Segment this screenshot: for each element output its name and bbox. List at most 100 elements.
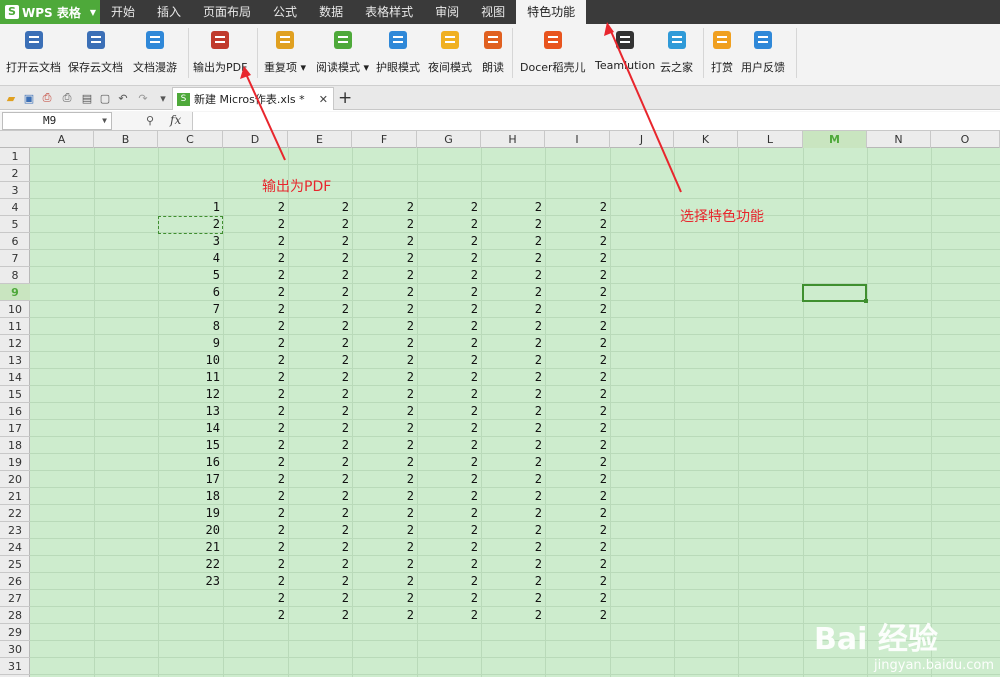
cell-H9[interactable]: 2 <box>481 284 545 301</box>
menu-tab[interactable]: 审阅 <box>424 0 470 24</box>
row-header[interactable]: 3 <box>0 182 30 199</box>
cell-G7[interactable]: 2 <box>417 250 481 267</box>
cell-G19[interactable]: 2 <box>417 454 481 471</box>
menu-tab[interactable]: 表格样式 <box>354 0 424 24</box>
cell-E11[interactable]: 2 <box>288 318 352 335</box>
redo-icon[interactable]: ↷ <box>136 91 150 105</box>
column-header[interactable]: M <box>803 131 867 148</box>
cell-D24[interactable]: 2 <box>223 539 288 556</box>
cell-D11[interactable]: 2 <box>223 318 288 335</box>
cell-C7[interactable]: 4 <box>158 250 223 267</box>
cell-G13[interactable]: 2 <box>417 352 481 369</box>
cell-H13[interactable]: 2 <box>481 352 545 369</box>
cell-C21[interactable]: 18 <box>158 488 223 505</box>
open-folder-icon[interactable]: ▰ <box>4 91 18 105</box>
ribbon-button[interactable]: 护眼模式 <box>376 28 420 76</box>
cell-I15[interactable]: 2 <box>545 386 610 403</box>
function-icon[interactable]: fx <box>170 113 181 127</box>
cell-E24[interactable]: 2 <box>288 539 352 556</box>
cell-F18[interactable]: 2 <box>352 437 417 454</box>
row-header[interactable]: 25 <box>0 556 30 573</box>
row-header[interactable]: 13 <box>0 352 30 369</box>
row-header[interactable]: 22 <box>0 505 30 522</box>
cell-D15[interactable]: 2 <box>223 386 288 403</box>
cell-G8[interactable]: 2 <box>417 267 481 284</box>
row-header[interactable]: 5 <box>0 216 30 233</box>
row-header[interactable]: 10 <box>0 301 30 318</box>
cell-H4[interactable]: 2 <box>481 199 545 216</box>
cell-E14[interactable]: 2 <box>288 369 352 386</box>
cell-F5[interactable]: 2 <box>352 216 417 233</box>
cell-C26[interactable]: 23 <box>158 573 223 590</box>
cell-H28[interactable]: 2 <box>481 607 545 624</box>
cell-D18[interactable]: 2 <box>223 437 288 454</box>
undo-icon[interactable]: ↶ <box>116 91 130 105</box>
menu-tab[interactable]: 视图 <box>470 0 516 24</box>
cell-C25[interactable]: 22 <box>158 556 223 573</box>
zoom-formula-icon[interactable]: ⚲ <box>146 114 154 127</box>
cell-H11[interactable]: 2 <box>481 318 545 335</box>
cell-H8[interactable]: 2 <box>481 267 545 284</box>
cell-I9[interactable]: 2 <box>545 284 610 301</box>
cell-H23[interactable]: 2 <box>481 522 545 539</box>
column-header[interactable]: J <box>610 131 674 148</box>
spreadsheet-grid[interactable]: ABCDEFGHIJKLMNO 1 2 3 4 5 6 7 8 9 10 11 12 13 14 15 16 1… <box>0 131 1000 677</box>
cell-I25[interactable]: 2 <box>545 556 610 573</box>
new-tab-button[interactable]: + <box>338 88 352 108</box>
cell-I4[interactable]: 2 <box>545 199 610 216</box>
cell-I7[interactable]: 2 <box>545 250 610 267</box>
row-header[interactable]: 14 <box>0 369 30 386</box>
cell-I22[interactable]: 2 <box>545 505 610 522</box>
ribbon-button[interactable]: 云之家 <box>660 28 693 76</box>
cell-I8[interactable]: 2 <box>545 267 610 284</box>
cell-D9[interactable]: 2 <box>223 284 288 301</box>
cell-H20[interactable]: 2 <box>481 471 545 488</box>
cell-C6[interactable]: 3 <box>158 233 223 250</box>
cell-G25[interactable]: 2 <box>417 556 481 573</box>
customize-dropdown-icon[interactable]: ▾ <box>156 91 170 105</box>
cell-I11[interactable]: 2 <box>545 318 610 335</box>
ribbon-button[interactable]: 重复项 ▾ <box>264 28 306 76</box>
cell-G5[interactable]: 2 <box>417 216 481 233</box>
cell-D4[interactable]: 2 <box>223 199 288 216</box>
row-header[interactable]: 27 <box>0 590 30 607</box>
cell-G23[interactable]: 2 <box>417 522 481 539</box>
cell-I17[interactable]: 2 <box>545 420 610 437</box>
menu-tab[interactable]: 数据 <box>308 0 354 24</box>
cell-G11[interactable]: 2 <box>417 318 481 335</box>
cell-E16[interactable]: 2 <box>288 403 352 420</box>
print-preview-icon[interactable]: ▤ <box>80 91 94 105</box>
cell-H16[interactable]: 2 <box>481 403 545 420</box>
cell-E17[interactable]: 2 <box>288 420 352 437</box>
cell-E5[interactable]: 2 <box>288 216 352 233</box>
row-header[interactable]: 24 <box>0 539 30 556</box>
cell-E10[interactable]: 2 <box>288 301 352 318</box>
column-header[interactable]: K <box>674 131 738 148</box>
cell-G22[interactable]: 2 <box>417 505 481 522</box>
row-header[interactable]: 17 <box>0 420 30 437</box>
formula-input[interactable] <box>192 112 1000 130</box>
row-header[interactable]: 7 <box>0 250 30 267</box>
cell-D14[interactable]: 2 <box>223 369 288 386</box>
column-header[interactable]: C <box>158 131 223 148</box>
cell-E6[interactable]: 2 <box>288 233 352 250</box>
row-header[interactable]: 15 <box>0 386 30 403</box>
cell-F10[interactable]: 2 <box>352 301 417 318</box>
cell-F22[interactable]: 2 <box>352 505 417 522</box>
cell-D10[interactable]: 2 <box>223 301 288 318</box>
row-header[interactable]: 4 <box>0 199 30 216</box>
cell-E20[interactable]: 2 <box>288 471 352 488</box>
cell-D7[interactable]: 2 <box>223 250 288 267</box>
pdf-icon[interactable]: ⎙ <box>40 91 54 105</box>
save-icon[interactable]: ▣ <box>22 91 36 105</box>
column-header[interactable]: D <box>223 131 288 148</box>
ribbon-button[interactable]: 用户反馈 <box>741 28 785 76</box>
cell-F26[interactable]: 2 <box>352 573 417 590</box>
ribbon-button[interactable]: Docer稻壳儿 <box>520 28 586 76</box>
cell-F25[interactable]: 2 <box>352 556 417 573</box>
cell-I27[interactable]: 2 <box>545 590 610 607</box>
cell-F12[interactable]: 2 <box>352 335 417 352</box>
menu-tab[interactable]: 特色功能 <box>516 0 587 24</box>
close-tab-icon[interactable]: ✕ <box>319 93 328 106</box>
cell-G4[interactable]: 2 <box>417 199 481 216</box>
